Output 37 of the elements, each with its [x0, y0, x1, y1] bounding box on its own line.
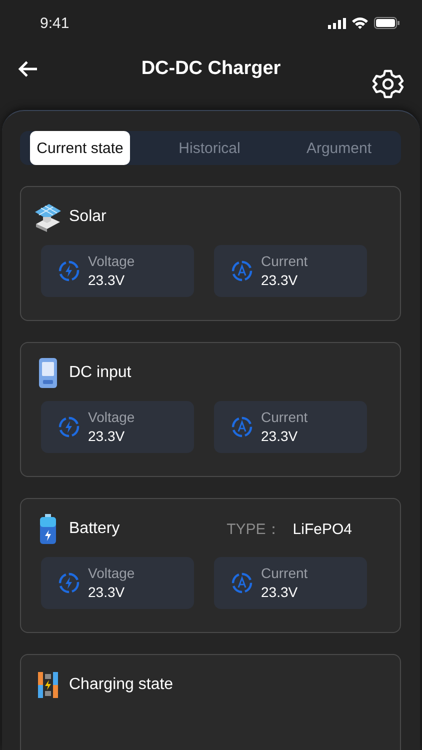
metric-label: Current [261, 408, 308, 426]
device-icon [37, 357, 59, 389]
tab[interactable]: Historical [160, 131, 260, 165]
metric-label: Current [261, 564, 308, 582]
tab[interactable]: Current state [30, 131, 130, 165]
settings-button[interactable] [372, 68, 404, 100]
metric-label: Current [261, 252, 308, 270]
ampere-icon [231, 260, 253, 282]
section-title: DC input [69, 364, 132, 382]
type-label: TYPE： [226, 520, 281, 538]
metric-value: 23.3V [261, 271, 299, 290]
metric-value: 23.3V [88, 427, 126, 446]
bolt-icon [58, 260, 80, 282]
signal-icon [328, 18, 346, 28]
tab[interactable]: Argument [289, 131, 389, 165]
metric-label: Voltage [88, 564, 135, 582]
charging-cells-icon [37, 671, 59, 699]
battery-icon [39, 514, 57, 544]
section-title: Charging state [69, 676, 174, 694]
page-title: DC-DC Charger [140, 58, 282, 80]
bolt-icon [58, 416, 80, 438]
solar-panel-icon [33, 202, 63, 232]
metric-value: 23.3V [88, 271, 126, 290]
status-time: 9:41 [40, 14, 70, 32]
metric-label: Voltage [88, 252, 135, 270]
battery-status-icon [374, 17, 400, 29]
metric-value: 23.3V [88, 583, 126, 602]
ampere-icon [231, 416, 253, 438]
section-title: Solar [69, 208, 106, 226]
bolt-icon [58, 572, 80, 594]
metric-value: 23.3V [261, 583, 299, 602]
metric-value: 23.3V [261, 427, 299, 446]
section-title: Battery [69, 520, 120, 538]
wifi-icon [352, 17, 368, 29]
ampere-icon [231, 572, 253, 594]
metric-label: Voltage [88, 408, 135, 426]
type-value: LiFePO4 [292, 520, 352, 538]
